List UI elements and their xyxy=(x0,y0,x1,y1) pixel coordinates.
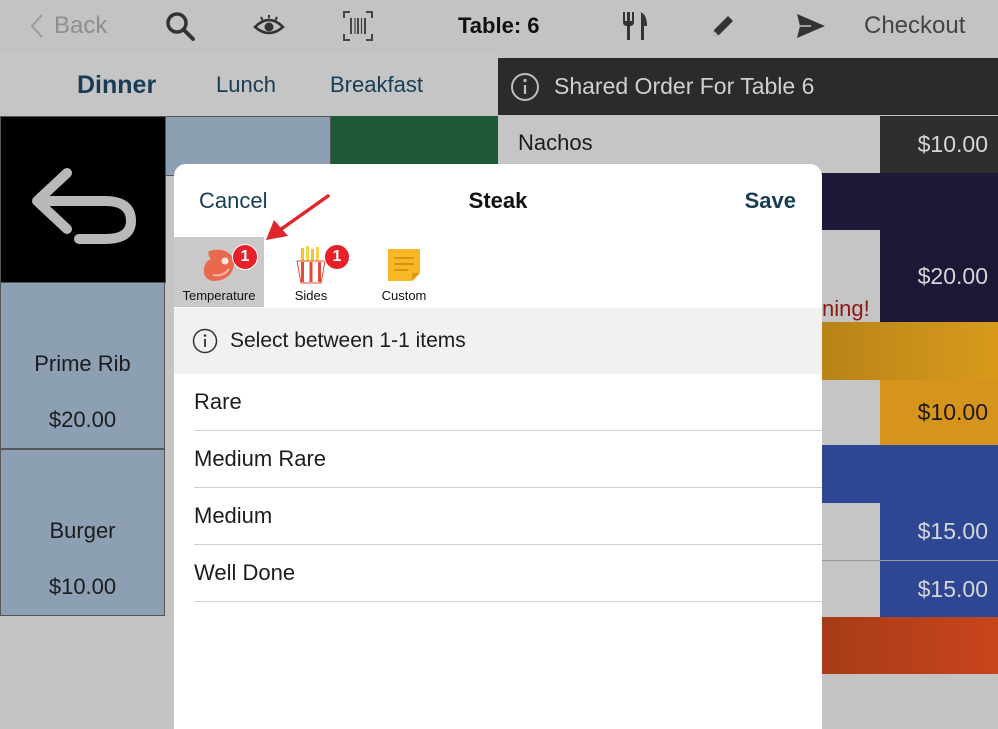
tab-breakfast[interactable]: Breakfast xyxy=(330,72,423,98)
chevron-left-icon xyxy=(30,14,43,38)
fork-knife-icon xyxy=(623,12,647,40)
tab-label: Sides xyxy=(294,288,328,303)
order-item-price: $15.00 xyxy=(880,561,998,617)
eye-icon xyxy=(253,15,285,35)
view-button[interactable] xyxy=(253,0,285,52)
menu-item-tile[interactable]: Burger $10.00 xyxy=(0,449,165,616)
menu-item-price: $10.00 xyxy=(48,574,117,599)
order-item-name: Nachos xyxy=(518,130,593,155)
modal-title: Steak xyxy=(468,188,528,213)
tab-label: Custom xyxy=(381,288,427,303)
option-rare[interactable]: Rare xyxy=(194,374,822,431)
table-title: Table: 6 xyxy=(458,13,540,38)
option-medium-rare[interactable]: Medium Rare xyxy=(194,431,822,488)
steak-modifier-modal: Steak Cancel Save 1 Temperature 1 Sides xyxy=(174,164,822,729)
top-toolbar: Back Table: 6 Checkout xyxy=(0,0,998,52)
cancel-button[interactable]: Cancel xyxy=(199,188,267,214)
order-warning-text: ning! xyxy=(822,296,870,321)
send-button[interactable] xyxy=(795,0,827,52)
checkout-button[interactable]: Checkout xyxy=(864,0,965,52)
sides-count-badge: 1 xyxy=(324,244,350,270)
menu-tile[interactable] xyxy=(331,116,498,166)
return-arrow-icon xyxy=(32,167,137,244)
back-button[interactable]: Back xyxy=(30,0,107,52)
tab-label: Temperature xyxy=(182,288,256,303)
pencil-icon xyxy=(713,16,733,36)
order-header-title: Shared Order For Table 6 xyxy=(554,73,815,99)
menu-item-name: Prime Rib xyxy=(34,351,131,376)
tab-dinner[interactable]: Dinner xyxy=(77,71,156,100)
search-button[interactable] xyxy=(164,0,196,52)
tab-lunch[interactable]: Lunch xyxy=(216,72,276,98)
send-icon xyxy=(797,14,825,38)
save-button[interactable]: Save xyxy=(745,188,796,214)
barcode-button[interactable] xyxy=(342,0,374,52)
info-icon xyxy=(511,72,539,101)
order-item-price: $10.00 xyxy=(880,116,998,173)
instruction-text: Select between 1-1 items xyxy=(230,329,466,352)
order-item-price: $15.00 xyxy=(880,503,998,560)
option-medium[interactable]: Medium xyxy=(194,488,822,545)
selection-instruction: Select between 1-1 items xyxy=(174,308,822,374)
order-item-price: $20.00 xyxy=(880,230,998,322)
tab-sides[interactable]: 1 Sides xyxy=(266,237,356,307)
order-header: Shared Order For Table 6 xyxy=(498,58,998,115)
edit-button[interactable] xyxy=(709,0,737,52)
tab-custom[interactable]: Custom xyxy=(359,237,449,307)
menu-item-price: $20.00 xyxy=(48,407,117,432)
sticky-note-icon xyxy=(388,249,420,281)
barcode-icon xyxy=(343,11,373,41)
back-tile[interactable] xyxy=(0,116,166,283)
temperature-count-badge: 1 xyxy=(232,244,258,270)
back-label: Back xyxy=(54,12,108,39)
menu-item-name: Burger xyxy=(49,518,116,543)
menu-button[interactable] xyxy=(620,0,650,52)
menu-tabs: Dinner Lunch Breakfast xyxy=(0,52,498,116)
menu-item-tile[interactable]: Prime Rib $20.00 xyxy=(0,282,165,449)
order-item-price: $10.00 xyxy=(880,380,998,445)
tab-temperature[interactable]: 1 Temperature xyxy=(174,237,264,307)
option-well-done[interactable]: Well Done xyxy=(194,545,822,602)
search-icon xyxy=(166,12,195,41)
info-icon xyxy=(192,328,218,354)
